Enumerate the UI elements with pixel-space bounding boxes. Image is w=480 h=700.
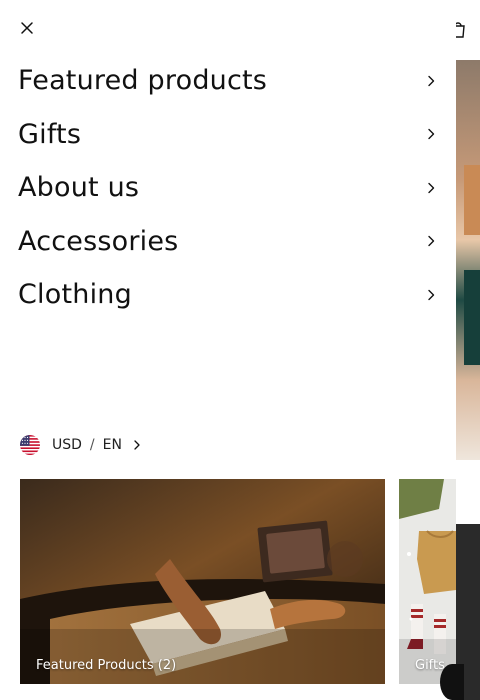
currency-code: USD: [52, 437, 82, 453]
menu-item-featured-products[interactable]: Featured products: [0, 54, 456, 108]
menu-item-label: About us: [18, 172, 140, 204]
background-hero-image: [456, 60, 480, 460]
card-caption: Gifts: [415, 658, 445, 673]
locale-label: USD / EN: [52, 437, 122, 453]
menu-item-label: Accessories: [18, 225, 179, 257]
menu-item-clothing[interactable]: Clothing: [0, 268, 456, 322]
collection-cards: Featured Products (2) Gifts: [20, 479, 456, 684]
language-code: EN: [102, 437, 122, 453]
card-image: [20, 479, 385, 684]
menu-item-accessories[interactable]: Accessories: [0, 215, 456, 269]
chevron-right-icon: [134, 440, 140, 450]
menu-item-gifts[interactable]: Gifts: [0, 108, 456, 162]
menu-item-label: Featured products: [18, 65, 268, 97]
menu-item-about-us[interactable]: About us: [0, 161, 456, 215]
drawer-menu: Featured products Gifts About us Accesso…: [0, 54, 456, 322]
us-flag-icon: [20, 435, 40, 455]
card-image: [399, 479, 456, 684]
close-button[interactable]: [14, 15, 40, 41]
locale-separator: /: [89, 437, 95, 453]
card-caption: Featured Products (2): [36, 658, 177, 673]
chat-icon[interactable]: [440, 664, 464, 700]
menu-item-label: Clothing: [18, 279, 132, 311]
chevron-right-icon: [428, 129, 435, 140]
chevron-right-icon: [428, 75, 435, 86]
close-icon: [21, 22, 33, 34]
collection-card-gifts[interactable]: Gifts: [399, 479, 456, 684]
chevron-right-icon: [428, 289, 435, 300]
collection-card-featured-products[interactable]: Featured Products (2): [20, 479, 385, 684]
menu-item-label: Gifts: [18, 118, 82, 150]
navigation-drawer: Featured products Gifts About us Accesso…: [0, 0, 456, 700]
chevron-right-icon: [428, 182, 435, 193]
locale-selector[interactable]: USD / EN: [20, 434, 142, 456]
chevron-right-icon: [428, 236, 435, 247]
